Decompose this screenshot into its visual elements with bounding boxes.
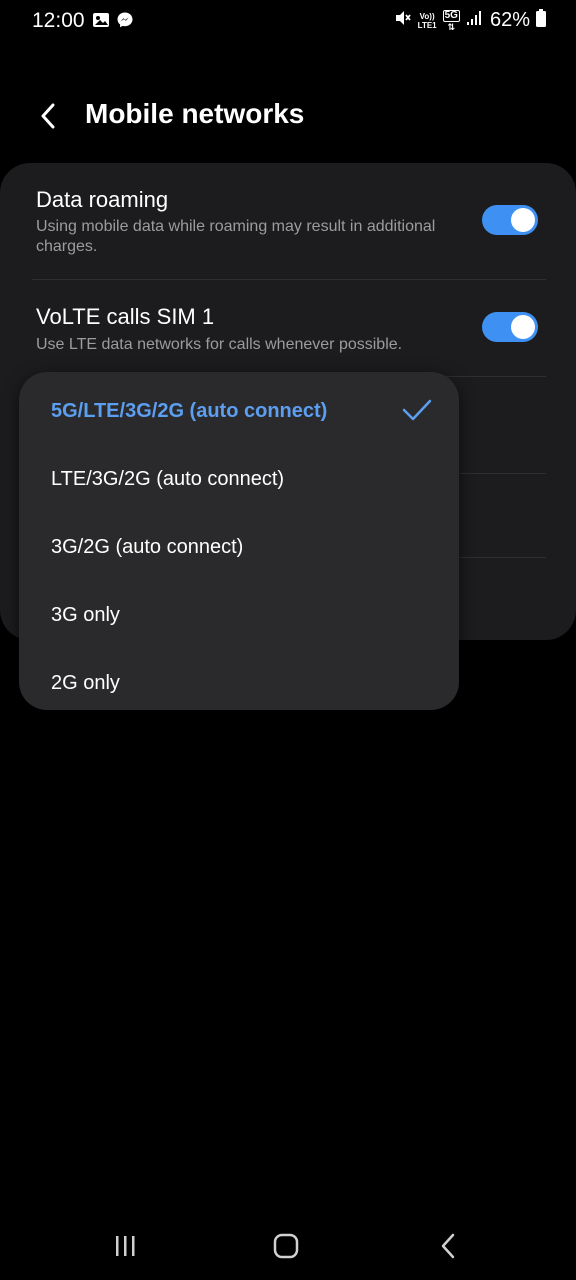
back-button[interactable] <box>28 96 68 136</box>
network-mode-option[interactable]: 3G only <box>19 580 459 648</box>
network-indicator: 5G ⇅ <box>442 9 460 32</box>
mute-icon <box>394 9 412 32</box>
network-mode-option[interactable]: 3G/2G (auto connect) <box>19 512 459 580</box>
option-label: LTE/3G/2G (auto connect) <box>51 468 285 490</box>
setting-title: Data roaming <box>36 187 169 212</box>
recent-apps-icon <box>116 1236 135 1256</box>
system-status-icons: Vo)) LTE1 5G ⇅ 62% <box>394 9 546 32</box>
battery-percentage: 62% <box>489 9 530 31</box>
nav-back-button[interactable] <box>428 1228 468 1264</box>
recent-apps-button[interactable] <box>105 1228 145 1264</box>
network-mode-menu: 5G/LTE/3G/2G (auto connect) LTE/3G/2G (a… <box>19 372 459 710</box>
data-roaming-setting[interactable]: Data roaming Using mobile data while roa… <box>0 163 576 279</box>
network-type-label: 5G <box>442 9 460 22</box>
navigation-bar <box>0 1210 576 1280</box>
chevron-left-icon <box>41 103 55 129</box>
toggle-knob <box>511 315 535 339</box>
option-label: 5G/LTE/3G/2G (auto connect) <box>51 400 328 422</box>
volte-calls-setting[interactable]: VoLTE calls SIM 1 Use LTE data networks … <box>0 280 576 376</box>
page-title: Mobile networks <box>85 98 305 129</box>
lte-label: LTE1 <box>417 20 437 30</box>
home-icon <box>273 1233 299 1259</box>
signal-icon <box>466 10 484 31</box>
back-icon <box>441 1233 455 1259</box>
option-label: 3G only <box>51 604 120 626</box>
option-label: 2G only <box>51 672 120 694</box>
status-time: 12:00 <box>32 9 85 32</box>
volte-label: Vo)) <box>419 11 435 21</box>
status-bar: 12:00 Vo)) LTE1 5G ⇅ 62% <box>0 0 576 44</box>
network-mode-option[interactable]: 2G only <box>19 648 459 716</box>
setting-subtitle: Use LTE data networks for calls whenever… <box>36 336 403 353</box>
app-header: Mobile networks <box>0 80 576 152</box>
messenger-icon <box>116 11 134 34</box>
data-roaming-toggle[interactable] <box>482 205 538 235</box>
volte-calls-toggle[interactable] <box>482 312 538 342</box>
setting-title: VoLTE calls SIM 1 <box>36 304 215 329</box>
network-mode-option[interactable]: 5G/LTE/3G/2G (auto connect) <box>19 376 459 444</box>
notification-icons <box>92 11 134 34</box>
network-mode-option[interactable]: LTE/3G/2G (auto connect) <box>19 444 459 512</box>
battery-icon <box>536 9 546 32</box>
toggle-knob <box>511 208 535 232</box>
check-icon <box>402 399 432 421</box>
option-label: 3G/2G (auto connect) <box>51 536 244 558</box>
volte-indicator: Vo)) LTE1 <box>418 12 437 30</box>
home-button[interactable] <box>266 1228 306 1264</box>
setting-subtitle: Using mobile data while roaming may resu… <box>36 218 436 255</box>
gallery-icon <box>92 11 110 34</box>
